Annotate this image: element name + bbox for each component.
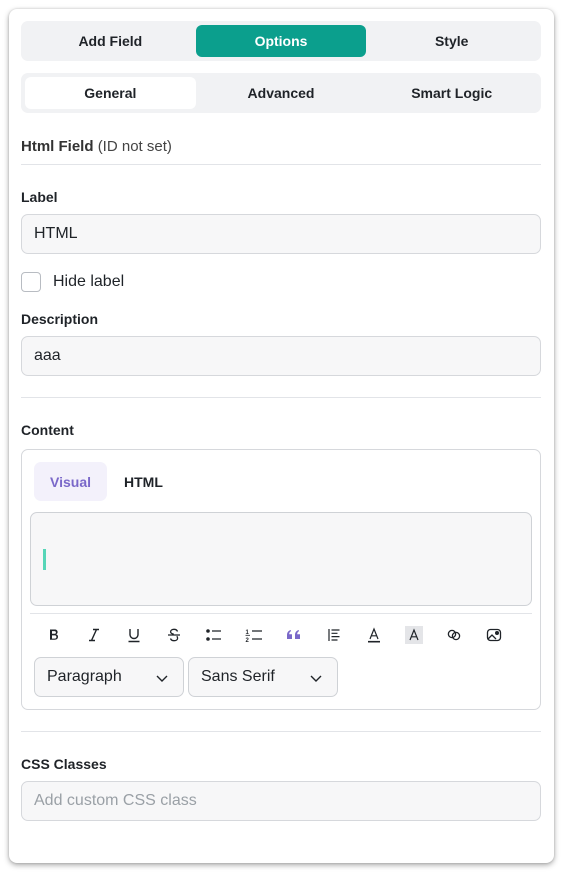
tab-add-field[interactable]: Add Field — [25, 25, 196, 57]
font-family-select[interactable]: Sans Serif — [188, 657, 338, 697]
css-classes-label: CSS Classes — [21, 756, 107, 772]
subtab-smart-logic[interactable]: Smart Logic — [366, 77, 537, 109]
editor-toolbar: 12 — [34, 620, 514, 650]
label-field-label: Label — [21, 189, 58, 205]
editor-tab-visual[interactable]: Visual — [34, 462, 107, 501]
strikethrough-icon[interactable] — [154, 620, 194, 650]
text-color-icon[interactable] — [354, 620, 394, 650]
field-options-panel: Add Field Options Style General Advanced… — [9, 9, 554, 863]
hide-label-checkbox[interactable] — [21, 272, 41, 292]
content-divider — [21, 731, 541, 732]
field-title: Html Field (ID not set) — [21, 138, 172, 155]
link-icon[interactable] — [434, 620, 474, 650]
paragraph-format-value: Paragraph — [47, 668, 122, 685]
subtab-advanced[interactable]: Advanced — [196, 77, 367, 109]
paragraph-format-select[interactable]: Paragraph — [34, 657, 184, 697]
label-input[interactable] — [21, 214, 541, 254]
toolbar-divider — [30, 613, 532, 614]
header-divider — [21, 164, 541, 165]
underline-icon[interactable] — [114, 620, 154, 650]
editor-tab-html[interactable]: HTML — [108, 462, 179, 501]
hide-label-text: Hide label — [53, 273, 125, 290]
numbered-list-icon[interactable]: 12 — [234, 620, 274, 650]
css-classes-input[interactable] — [21, 781, 541, 821]
svg-text:2: 2 — [246, 638, 250, 643]
tab-style[interactable]: Style — [366, 25, 537, 57]
background-color-icon[interactable] — [394, 620, 434, 650]
content-label: Content — [21, 422, 74, 438]
description-divider — [21, 397, 541, 398]
align-icon[interactable] — [314, 620, 354, 650]
blockquote-icon[interactable] — [274, 620, 314, 650]
description-label: Description — [21, 311, 99, 327]
bullet-list-icon[interactable] — [194, 620, 234, 650]
text-caret — [43, 549, 46, 570]
field-id-note: (ID not set) — [97, 138, 172, 155]
chevron-down-icon — [310, 675, 322, 682]
editor-content-area[interactable] — [30, 512, 532, 606]
sub-tab-bar: General Advanced Smart Logic — [21, 73, 541, 113]
field-type-name: Html Field — [21, 138, 94, 155]
font-family-value: Sans Serif — [201, 668, 275, 685]
italic-icon[interactable] — [74, 620, 114, 650]
chevron-down-icon — [156, 675, 168, 682]
bold-icon[interactable] — [34, 620, 74, 650]
top-tab-bar: Add Field Options Style — [21, 21, 541, 61]
description-input[interactable] — [21, 336, 541, 376]
subtab-general[interactable]: General — [25, 77, 196, 109]
tab-options[interactable]: Options — [195, 25, 367, 57]
media-icon[interactable] — [474, 620, 514, 650]
rich-text-editor: Visual HTML 12 Paragraph Sans Serif — [21, 449, 541, 710]
